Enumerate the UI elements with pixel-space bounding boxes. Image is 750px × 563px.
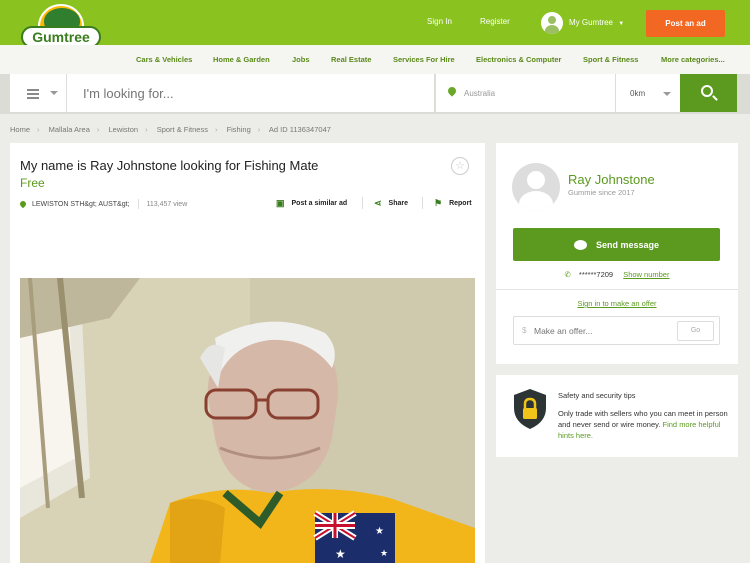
- location-value: Australia: [464, 89, 496, 98]
- phone-row: ✆ ******7209 Show number: [496, 270, 738, 279]
- svg-text:★: ★: [375, 526, 384, 537]
- seller-name[interactable]: Ray Johnstone: [568, 172, 655, 187]
- location-field[interactable]: Australia: [435, 74, 615, 112]
- breadcrumb-suburb[interactable]: Lewiston: [108, 125, 138, 134]
- ad-photo-image: ★ ★ ★: [20, 278, 475, 563]
- ad-location: LEWISTON STH&gt; AUST&gt;: [32, 200, 130, 208]
- search-button[interactable]: [680, 74, 737, 112]
- svg-text:★: ★: [335, 547, 346, 561]
- post-similar-label: Post a similar ad: [291, 200, 348, 207]
- divider: [496, 289, 738, 290]
- ad-views: 113,457 view: [146, 200, 188, 208]
- send-message-button[interactable]: Send message: [513, 228, 720, 261]
- category-home-garden[interactable]: Home & Garden: [213, 55, 270, 64]
- category-more[interactable]: More categories...: [661, 55, 725, 64]
- post-similar-button[interactable]: ▣ Post a similar ad: [276, 198, 347, 209]
- category-real-estate[interactable]: Real Estate: [331, 55, 371, 64]
- category-bar: Cars & Vehicles Home & Garden Jobs Real …: [0, 45, 750, 74]
- offer-input[interactable]: [534, 322, 664, 340]
- shield-lock-icon: [514, 389, 546, 429]
- currency-symbol: $: [522, 326, 527, 335]
- phone-masked: ******7209: [578, 270, 614, 279]
- sign-in-offer-link[interactable]: Sign in to make an offer: [496, 299, 738, 308]
- chevron-down-icon: ▼: [618, 21, 625, 27]
- safety-title: Safety and security tips: [558, 391, 636, 400]
- phone-icon: ✆: [564, 270, 571, 279]
- show-number-link[interactable]: Show number: [623, 270, 669, 279]
- breadcrumb-category[interactable]: Sport & Fitness: [157, 125, 208, 134]
- radius-select[interactable]: 0km: [615, 74, 680, 112]
- my-gumtree-menu[interactable]: My Gumtree ▼: [569, 18, 624, 27]
- report-label: Report: [449, 200, 472, 207]
- send-message-label: Send message: [595, 239, 660, 250]
- post-ad-button[interactable]: Post an ad: [646, 10, 725, 37]
- ad-detail-card: My name is Ray Johnstone looking for Fis…: [10, 143, 485, 563]
- chat-bubble-icon: [573, 239, 587, 250]
- flag-icon: ⚑: [434, 198, 443, 208]
- user-avatar-icon[interactable]: [541, 12, 563, 34]
- hamburger-icon: [27, 89, 39, 101]
- post-similar-icon: ▣: [276, 198, 285, 208]
- watchlist-star-icon[interactable]: ☆: [451, 157, 469, 175]
- ad-price: Free: [20, 176, 45, 190]
- offer-go-button[interactable]: Go: [677, 321, 714, 341]
- search-icon: [701, 85, 713, 97]
- share-label: Share: [388, 200, 409, 207]
- breadcrumb-home[interactable]: Home: [10, 125, 30, 134]
- location-pin-icon: [18, 199, 28, 209]
- ad-title: My name is Ray Johnstone looking for Fis…: [20, 158, 319, 173]
- radius-value: 0km: [630, 89, 646, 98]
- category-jobs[interactable]: Jobs: [292, 55, 310, 64]
- seller-since: Gummie since 2017: [568, 188, 635, 197]
- ad-meta: LEWISTON STH&gt; AUST&gt; 113,457 view: [18, 199, 188, 209]
- search-bar: Australia 0km: [0, 74, 750, 114]
- category-cars-vehicles[interactable]: Cars & Vehicles: [136, 55, 192, 64]
- breadcrumb-ad-id: Ad ID 1136347047: [268, 125, 331, 134]
- breadcrumb-area[interactable]: Mallala Area: [49, 125, 90, 134]
- category-sport-fitness[interactable]: Sport & Fitness: [583, 55, 638, 64]
- breadcrumb-subcategory[interactable]: Fishing: [227, 125, 251, 134]
- my-gumtree-label: My Gumtree: [569, 18, 614, 27]
- top-header: Gumtree Sign In Register My Gumtree ▼ Po…: [0, 0, 750, 48]
- seller-card: Ray Johnstone Gummie since 2017 Send mes…: [496, 143, 738, 364]
- share-button[interactable]: ⋖ Share: [374, 198, 408, 209]
- sign-in-link[interactable]: Sign In: [427, 17, 452, 26]
- safety-text: Only trade with sellers who you can meet…: [558, 408, 728, 441]
- seller-avatar[interactable]: [512, 163, 560, 211]
- safety-tips-card: Safety and security tips Only trade with…: [496, 375, 738, 457]
- svg-text:★: ★: [380, 549, 388, 559]
- category-menu-button[interactable]: [10, 74, 67, 112]
- caret-down-icon: [663, 92, 671, 96]
- category-services[interactable]: Services For Hire: [393, 55, 455, 64]
- caret-down-icon: [50, 91, 58, 95]
- breadcrumb: Home › Mallala Area › Lewiston › Sport & Fi…: [10, 125, 331, 134]
- category-electronics[interactable]: Electronics & Computer: [476, 55, 561, 64]
- location-pin-icon: [446, 85, 458, 97]
- ad-photo[interactable]: ★ ★ ★: [20, 278, 475, 563]
- report-button[interactable]: ⚑ Report: [434, 198, 472, 209]
- offer-field: $ Go: [513, 316, 720, 345]
- register-link[interactable]: Register: [480, 17, 510, 26]
- share-icon: ⋖: [374, 198, 382, 208]
- search-input[interactable]: [67, 74, 434, 112]
